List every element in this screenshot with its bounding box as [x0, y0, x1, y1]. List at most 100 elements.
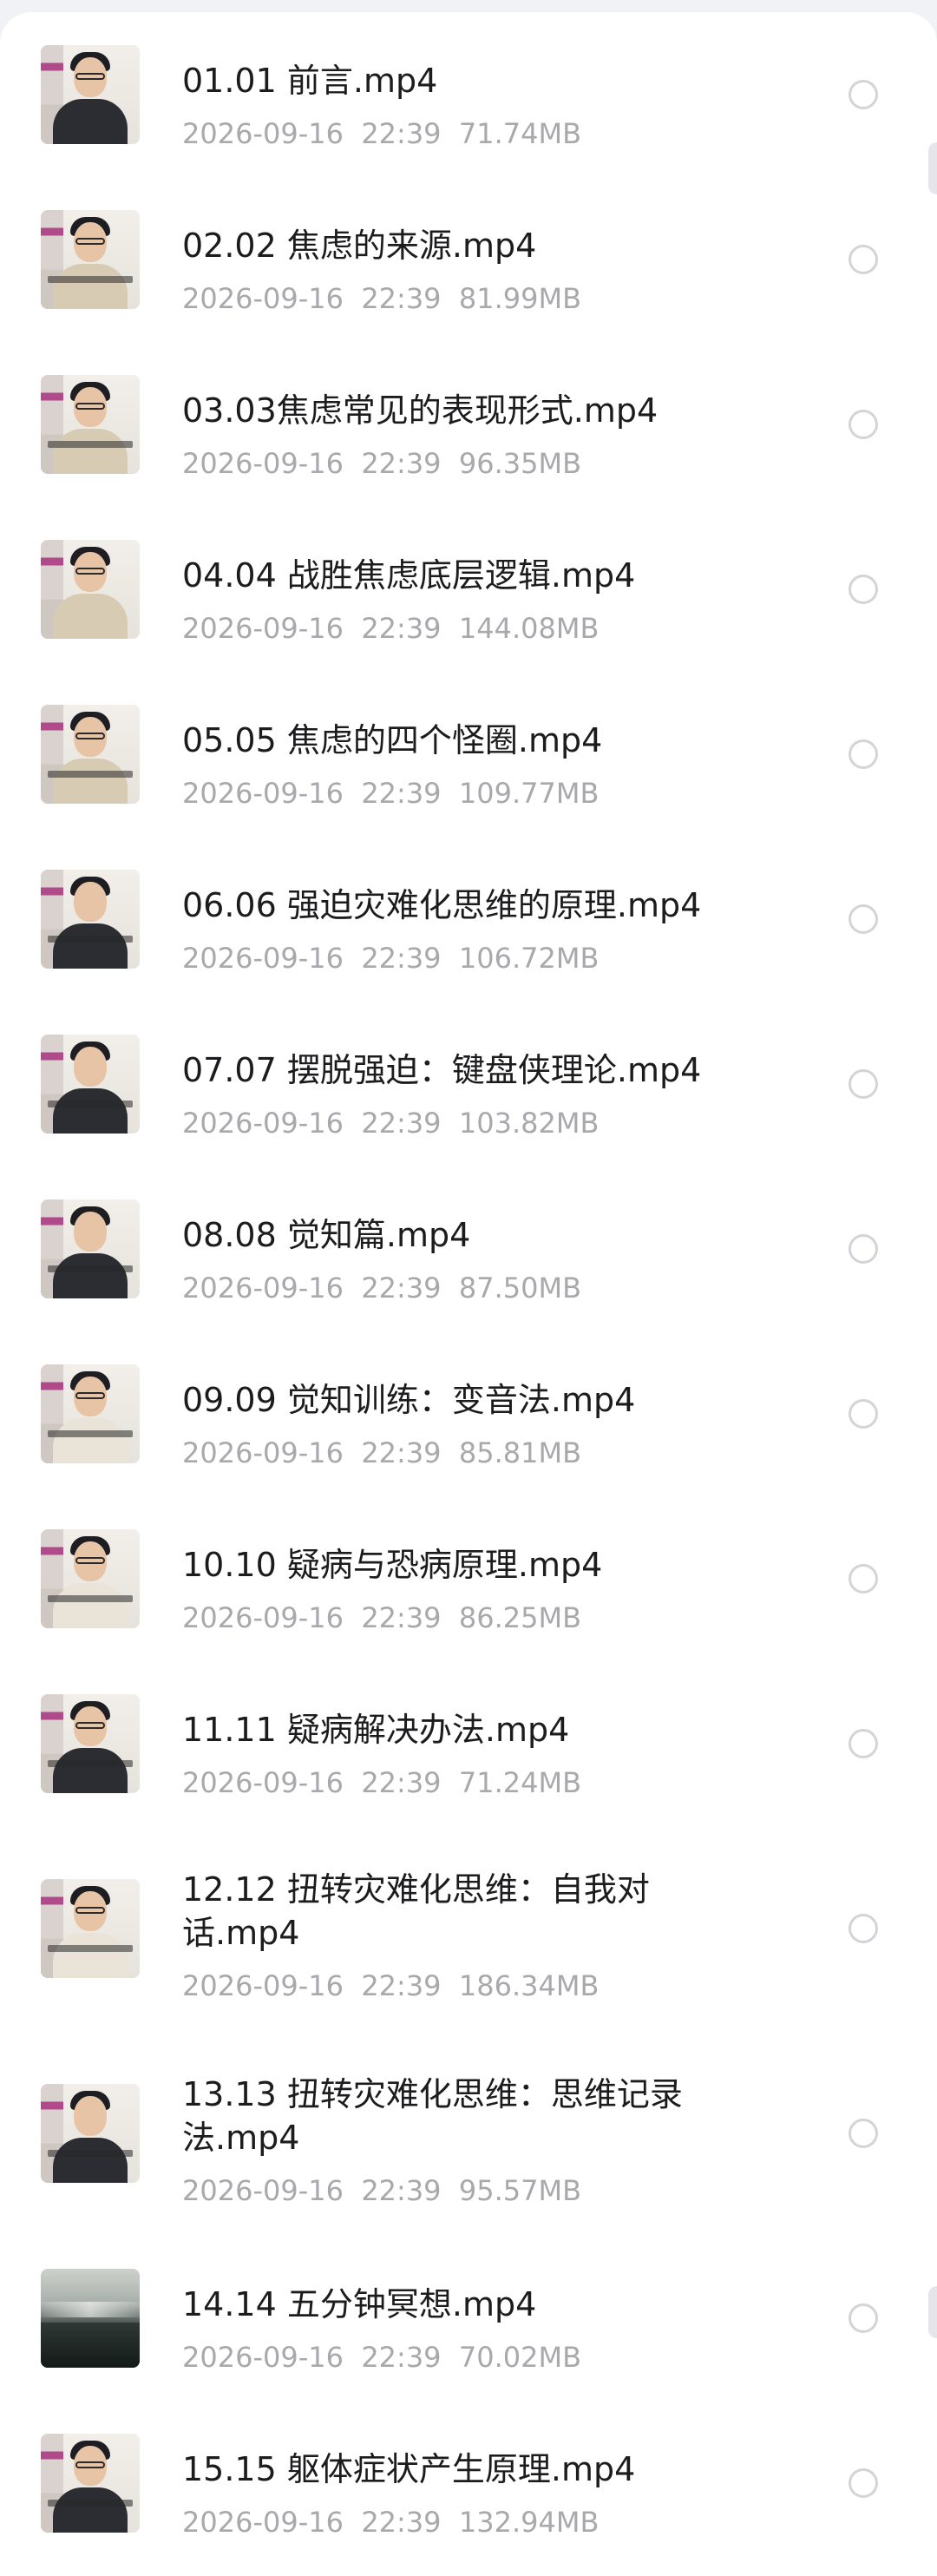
file-time: 22:39 [361, 1601, 442, 1634]
file-name: 03.03焦虑常见的表现形式.mp4 [182, 391, 659, 430]
file-date: 2026-09-16 [182, 1601, 344, 1634]
video-thumbnail [41, 2084, 140, 2183]
file-time: 22:39 [361, 1272, 442, 1304]
select-radio[interactable] [849, 80, 878, 109]
file-meta: 2026-09-16 22:39 144.08MB [182, 611, 599, 646]
file-row[interactable]: 05.05 焦虑的四个怪圈.mp4 2026-09-16 22:39 109.7… [0, 672, 937, 837]
file-row[interactable]: 04.04 战胜焦虑底层逻辑.mp4 2026-09-16 22:39 144.… [0, 507, 937, 672]
file-meta: 2026-09-16 22:39 109.77MB [182, 776, 599, 811]
file-row[interactable]: 07.07 摆脱强迫：键盘侠理论.mp4 2026-09-16 22:39 10… [0, 1002, 937, 1166]
file-size: 71.74MB [458, 117, 582, 150]
file-size: 186.34MB [458, 1969, 600, 2002]
file-row[interactable]: 09.09 觉知训练：变音法.mp4 2026-09-16 22:39 85.8… [0, 1331, 937, 1496]
file-time: 22:39 [361, 1969, 442, 2002]
file-date: 2026-09-16 [182, 2506, 344, 2539]
select-radio[interactable] [849, 904, 878, 934]
file-time: 22:39 [361, 2341, 442, 2374]
file-row[interactable]: 08.08 觉知篇.mp4 2026-09-16 22:39 87.50MB [0, 1166, 937, 1331]
file-row[interactable]: 01.01 前言.mp4 2026-09-16 22:39 71.74MB [0, 12, 937, 177]
select-radio[interactable] [849, 2468, 878, 2498]
file-row[interactable]: 15.15 躯体症状产生原理.mp4 2026-09-16 22:39 132.… [0, 2401, 937, 2566]
video-thumbnail [41, 1199, 140, 1298]
file-size: 85.81MB [458, 1436, 582, 1469]
file-date: 2026-09-16 [182, 117, 344, 150]
landscape-thumbnail [41, 2269, 140, 2368]
file-meta: 2026-09-16 22:39 132.94MB [182, 2505, 599, 2540]
file-size: 109.77MB [458, 777, 600, 810]
file-date: 2026-09-16 [182, 1766, 344, 1799]
scroll-edge-handle[interactable] [928, 142, 937, 194]
video-thumbnail [41, 1035, 140, 1134]
file-name: 13.13 扭转灾难化思维：思维记录法.mp4 [182, 2075, 683, 2157]
file-row[interactable]: 14.14 五分钟冥想.mp4 2026-09-16 22:39 70.02MB [0, 2236, 937, 2401]
file-row[interactable]: 13.13 扭转灾难化思维：思维记录法.mp4 2026-09-16 22:39… [0, 2031, 937, 2236]
select-radio[interactable] [849, 1234, 878, 1264]
video-thumbnail [41, 1529, 140, 1628]
video-thumbnail [41, 540, 140, 639]
file-date: 2026-09-16 [182, 2341, 344, 2374]
file-meta: 2026-09-16 22:39 186.34MB [182, 1968, 599, 2003]
file-row[interactable]: 03.03焦虑常见的表现形式.mp4 2026-09-16 22:39 96.3… [0, 342, 937, 507]
file-name: 02.02 焦虑的来源.mp4 [182, 227, 537, 265]
video-thumbnail [41, 210, 140, 309]
file-name: 07.07 摆脱强迫：键盘侠理论.mp4 [182, 1051, 702, 1089]
file-meta: 2026-09-16 22:39 95.57MB [182, 2173, 581, 2208]
file-size: 86.25MB [458, 1601, 582, 1634]
file-meta: 2026-09-16 22:39 85.81MB [182, 1436, 581, 1470]
select-radio[interactable] [849, 1399, 878, 1429]
file-size: 96.35MB [458, 447, 582, 480]
file-time: 22:39 [361, 282, 442, 315]
select-radio[interactable] [849, 2303, 878, 2333]
file-date: 2026-09-16 [182, 447, 344, 480]
file-size: 81.99MB [458, 282, 582, 315]
select-radio[interactable] [849, 739, 878, 769]
file-time: 22:39 [361, 1766, 442, 1799]
file-row[interactable]: 06.06 强迫灾难化思维的原理.mp4 2026-09-16 22:39 10… [0, 837, 937, 1002]
file-size: 87.50MB [458, 1272, 582, 1304]
file-row[interactable]: 02.02 焦虑的来源.mp4 2026-09-16 22:39 81.99MB [0, 177, 937, 342]
file-date: 2026-09-16 [182, 942, 344, 975]
file-meta: 2026-09-16 22:39 81.99MB [182, 281, 581, 316]
select-radio[interactable] [849, 410, 878, 439]
file-time: 22:39 [361, 1436, 442, 1469]
file-meta: 2026-09-16 22:39 70.02MB [182, 2340, 581, 2375]
select-radio[interactable] [849, 1069, 878, 1099]
file-date: 2026-09-16 [182, 777, 344, 810]
file-name: 12.12 扭转灾难化思维：自我对话.mp4 [182, 1870, 650, 1952]
file-size: 106.72MB [458, 942, 600, 975]
file-meta: 2026-09-16 22:39 71.74MB [182, 116, 581, 151]
file-meta: 2026-09-16 22:39 71.24MB [182, 1765, 581, 1800]
file-name: 05.05 焦虑的四个怪圈.mp4 [182, 721, 603, 759]
file-date: 2026-09-16 [182, 282, 344, 315]
file-name: 10.10 疑病与恐病原理.mp4 [182, 1546, 603, 1584]
select-radio[interactable] [849, 245, 878, 274]
video-thumbnail [41, 45, 140, 144]
scroll-edge-handle[interactable] [928, 2286, 937, 2338]
file-meta: 2026-09-16 22:39 96.35MB [182, 446, 581, 481]
file-name: 15.15 躯体症状产生原理.mp4 [182, 2450, 636, 2488]
video-thumbnail [41, 1364, 140, 1463]
select-radio[interactable] [849, 1914, 878, 1943]
file-date: 2026-09-16 [182, 1107, 344, 1140]
file-time: 22:39 [361, 447, 442, 480]
select-radio[interactable] [849, 575, 878, 604]
file-name: 06.06 强迫灾难化思维的原理.mp4 [182, 886, 702, 924]
file-time: 22:39 [361, 1107, 442, 1140]
file-time: 22:39 [361, 942, 442, 975]
select-radio[interactable] [849, 1729, 878, 1758]
select-radio[interactable] [849, 2119, 878, 2148]
file-time: 22:39 [361, 2506, 442, 2539]
file-time: 22:39 [361, 2174, 442, 2207]
file-row[interactable]: 11.11 疑病解决办法.mp4 2026-09-16 22:39 71.24M… [0, 1661, 937, 1826]
file-list-card: 01.01 前言.mp4 2026-09-16 22:39 71.74MB 02… [0, 12, 937, 2576]
file-row[interactable]: 10.10 疑病与恐病原理.mp4 2026-09-16 22:39 86.25… [0, 1496, 937, 1661]
file-name: 08.08 觉知篇.mp4 [182, 1216, 471, 1254]
file-date: 2026-09-16 [182, 1272, 344, 1304]
video-thumbnail [41, 2434, 140, 2533]
file-name: 11.11 疑病解决办法.mp4 [182, 1711, 570, 1749]
file-size: 71.24MB [458, 1766, 582, 1799]
select-radio[interactable] [849, 1564, 878, 1594]
file-date: 2026-09-16 [182, 1436, 344, 1469]
file-date: 2026-09-16 [182, 1969, 344, 2002]
file-row[interactable]: 12.12 扭转灾难化思维：自我对话.mp4 2026-09-16 22:39 … [0, 1826, 937, 2031]
